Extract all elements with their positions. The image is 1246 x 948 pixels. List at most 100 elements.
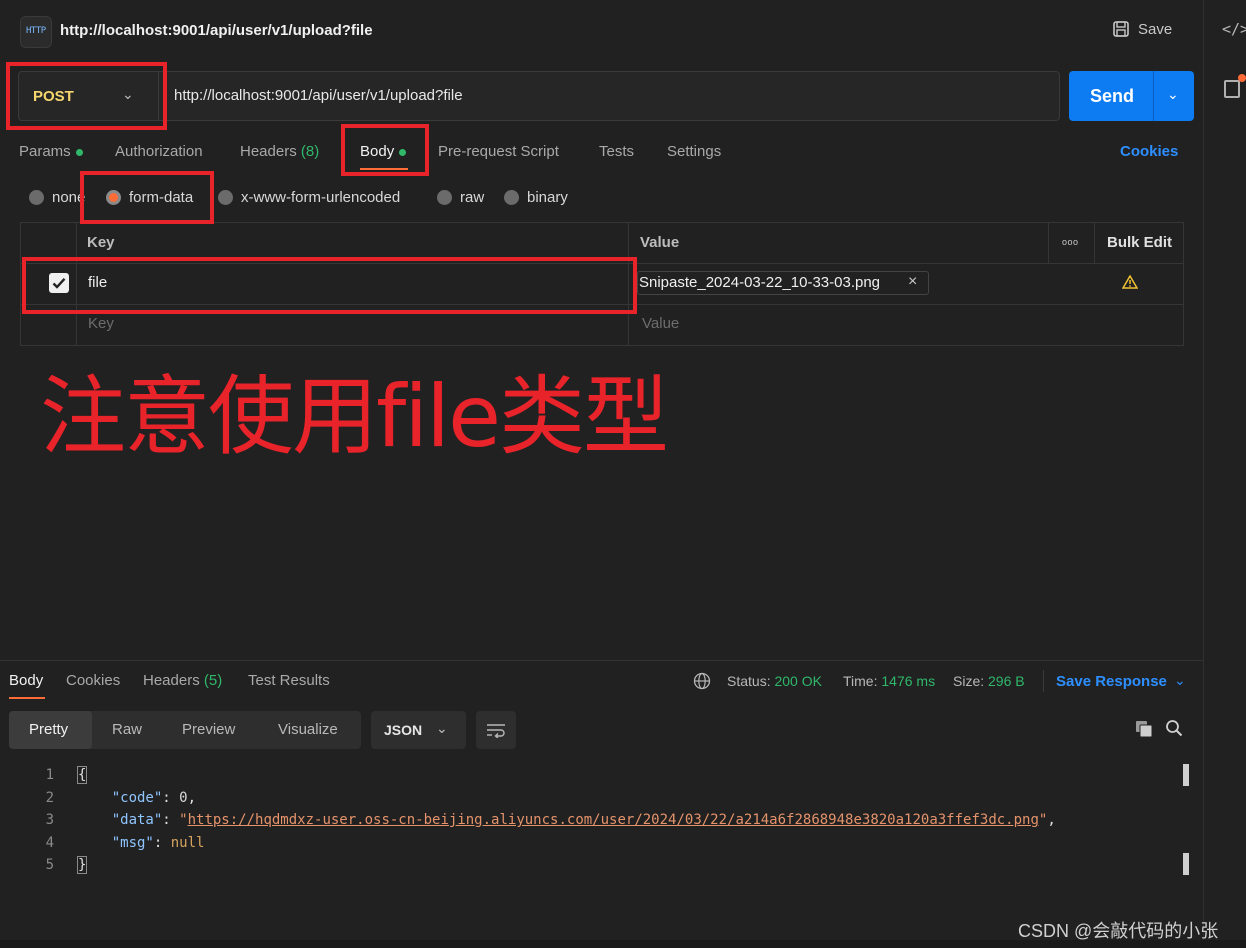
annotation-box-body-tab — [341, 124, 429, 176]
tab-params-label: Params — [19, 143, 71, 160]
scrollbar-thumb-top[interactable] — [1183, 764, 1189, 786]
annotation-box-form-data — [80, 171, 214, 224]
url-text: http://localhost:9001/api/user/v1/upload… — [174, 87, 463, 104]
remove-file-icon[interactable]: × — [908, 273, 917, 291]
table-divider — [1094, 222, 1095, 264]
value-placeholder[interactable]: Value — [642, 315, 679, 332]
status-separator — [1043, 670, 1044, 692]
json-value-data-link[interactable]: https://hqdmdxz-user.oss-cn-beijing.aliy… — [188, 812, 1039, 828]
code-snippet-icon[interactable]: </> — [1222, 20, 1246, 38]
send-options-chevron-icon[interactable]: ⌄ — [1167, 86, 1179, 103]
value-column-header: Value — [640, 234, 680, 251]
radio-binary[interactable]: binary — [504, 189, 568, 206]
open-brace: { — [76, 766, 88, 784]
response-tab-headers[interactable]: Headers (5) — [143, 672, 222, 689]
documentation-icon[interactable] — [1224, 80, 1240, 98]
save-response-chevron-icon[interactable]: ⌄ — [1174, 672, 1186, 689]
response-tab-underline — [9, 697, 45, 699]
view-raw-button[interactable]: Raw — [112, 721, 142, 738]
send-divider — [1153, 71, 1154, 121]
status-value: 200 OK — [774, 673, 822, 689]
size-readout: Size: 296 B — [953, 673, 1025, 689]
json-key-code: "code" — [111, 790, 163, 806]
radio-urlencoded-label: x-www-form-urlencoded — [241, 189, 401, 206]
response-headers-count: (5) — [203, 672, 223, 689]
view-pretty-button[interactable]: Pretty — [29, 721, 68, 738]
radio-raw[interactable]: raw — [437, 189, 484, 206]
request-title[interactable]: http://localhost:9001/api/user/v1/upload… — [60, 22, 373, 39]
bottom-status-bar — [0, 940, 1246, 948]
scrollbar-thumb-bottom[interactable] — [1183, 853, 1189, 875]
close-brace: } — [76, 856, 88, 874]
tab-headers[interactable]: Headers (8) — [240, 143, 319, 160]
headers-count: (8) — [300, 143, 320, 160]
params-indicator-dot — [75, 148, 83, 156]
save-response-button[interactable]: Save Response — [1056, 673, 1167, 690]
radio-none[interactable]: none — [29, 189, 85, 206]
status-readout: Status: 200 OK — [727, 673, 822, 689]
key-placeholder[interactable]: Key — [88, 315, 114, 332]
line-number: 4 — [45, 835, 54, 851]
response-headers-label: Headers — [143, 672, 200, 689]
time-value: 1476 ms — [881, 673, 936, 689]
format-label: JSON — [384, 722, 423, 738]
response-tab-body[interactable]: Body — [9, 672, 43, 689]
line-number: 3 — [45, 812, 54, 828]
save-button[interactable]: Save — [1112, 20, 1172, 38]
file-name: Snipaste_2024-03-22_10-33-03.png — [639, 274, 881, 291]
table-divider — [1048, 222, 1049, 264]
code-line-5: } — [76, 856, 88, 874]
save-label: Save — [1138, 20, 1173, 38]
radio-x-www-form-urlencoded[interactable]: x-www-form-urlencoded — [218, 189, 400, 206]
response-tab-cookies[interactable]: Cookies — [66, 672, 120, 689]
time-readout: Time: 1476 ms — [843, 673, 935, 689]
code-line-1: { — [76, 766, 88, 784]
status-label: Status: — [727, 673, 771, 689]
more-options-icon[interactable]: ooo — [1062, 237, 1079, 247]
response-divider — [0, 660, 1203, 661]
tab-authorization[interactable]: Authorization — [115, 143, 203, 160]
wrap-lines-button[interactable] — [476, 711, 516, 749]
json-value-msg: null — [170, 835, 205, 851]
search-icon[interactable] — [1165, 719, 1183, 741]
code-line-3: "data": "https://hqdmdxz-user.oss-cn-bei… — [111, 812, 1056, 828]
tab-tests[interactable]: Tests — [599, 143, 634, 160]
copy-icon[interactable] — [1135, 720, 1153, 742]
annotation-text: 注意使用file类型 — [40, 367, 669, 467]
send-label: Send — [1090, 86, 1135, 106]
line-number: 2 — [45, 790, 54, 806]
code-line-4: "msg": null — [111, 835, 205, 851]
radio-binary-label: binary — [527, 189, 568, 206]
http-request-icon: HTTP — [20, 16, 52, 48]
radio-circle — [29, 190, 44, 205]
tab-params[interactable]: Params — [19, 143, 83, 160]
size-label: Size: — [953, 673, 985, 689]
tab-settings[interactable]: Settings — [667, 143, 721, 160]
radio-raw-label: raw — [460, 189, 485, 206]
json-value-code: 0 — [179, 790, 188, 806]
code-line-2: "code": 0, — [111, 790, 197, 806]
response-tab-test-results[interactable]: Test Results — [248, 672, 330, 689]
globe-icon[interactable] — [693, 672, 711, 694]
json-key-msg: "msg" — [111, 835, 154, 851]
annotation-box-file-row — [22, 257, 637, 314]
notification-dot — [1238, 74, 1246, 82]
wrap-lines-icon — [487, 724, 505, 738]
radio-circle — [437, 190, 452, 205]
tab-headers-label: Headers — [240, 143, 297, 160]
cookies-link[interactable]: Cookies — [1120, 143, 1178, 160]
tab-prerequest-script[interactable]: Pre-request Script — [438, 143, 559, 160]
postman-window: HTTP http://localhost:9001/api/user/v1/u… — [0, 0, 1246, 948]
size-value: 296 B — [988, 673, 1025, 689]
right-sidebar — [1203, 0, 1246, 948]
line-number: 1 — [45, 767, 54, 783]
bulk-edit-button[interactable]: Bulk Edit — [1107, 234, 1172, 251]
chevron-down-icon: ⌄ — [436, 720, 448, 736]
save-icon — [1113, 21, 1129, 37]
warning-icon[interactable] — [1121, 274, 1139, 293]
key-column-header: Key — [87, 234, 115, 251]
view-preview-button[interactable]: Preview — [182, 721, 235, 738]
view-visualize-button[interactable]: Visualize — [278, 721, 338, 738]
time-label: Time: — [843, 673, 878, 689]
radio-circle — [504, 190, 519, 205]
